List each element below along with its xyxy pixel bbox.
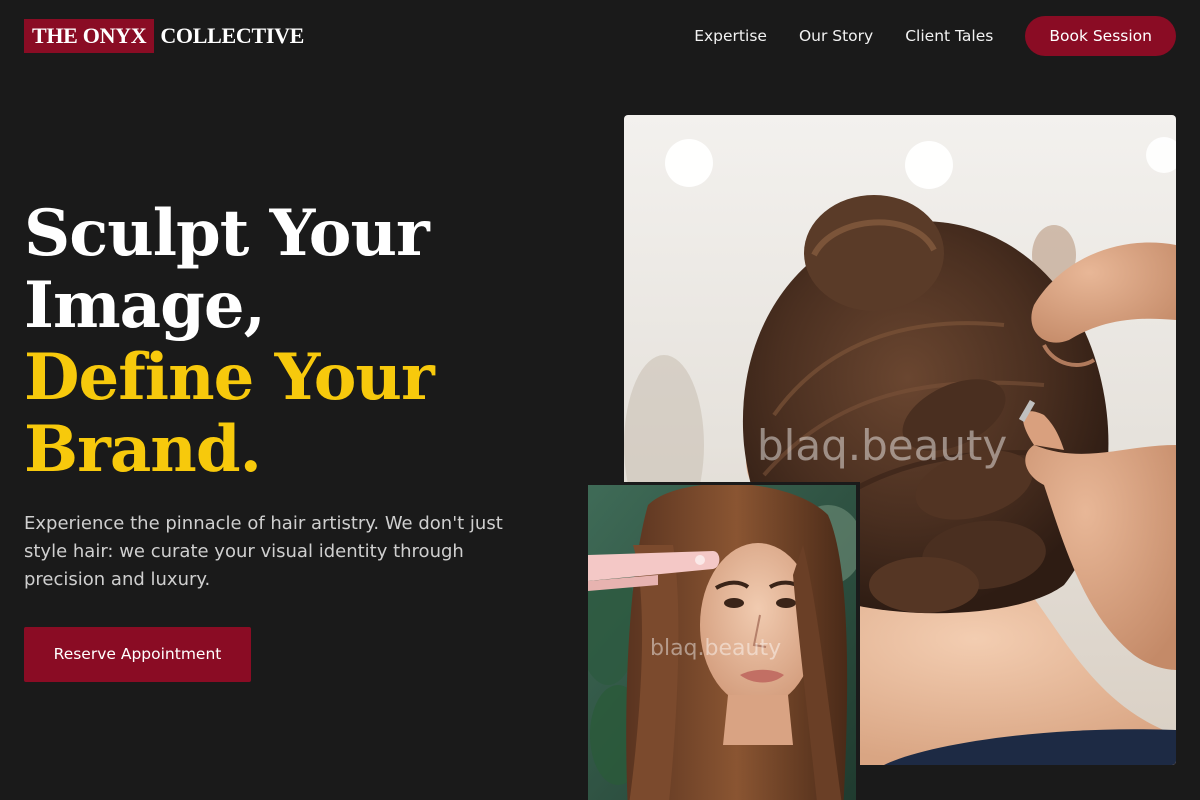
main-nav: Expertise Our Story Client Tales Book Se… [694, 16, 1176, 56]
flat-iron-photo-illustration: blaq.beauty [588, 485, 856, 800]
headline-line-1: Sculpt Your [24, 196, 430, 271]
hero-headline: Sculpt Your Image, Define Your Brand. [24, 198, 584, 486]
brand-logo[interactable]: THE ONYX COLLECTIVE [24, 19, 304, 53]
nav-link-client-tales[interactable]: Client Tales [905, 27, 993, 45]
hero-secondary-image: blaq.beauty [588, 482, 860, 800]
headline-line-2: Image, [24, 268, 266, 343]
nav-link-expertise[interactable]: Expertise [694, 27, 767, 45]
reserve-appointment-button[interactable]: Reserve Appointment [24, 627, 251, 682]
nav-link-our-story[interactable]: Our Story [799, 27, 873, 45]
book-session-button[interactable]: Book Session [1025, 16, 1176, 56]
logo-highlight: THE ONYX [24, 19, 155, 53]
headline-accent-line-2: Brand. [24, 412, 262, 487]
secondary-watermark-text: blaq.beauty [650, 636, 781, 661]
logo-text: COLLECTIVE [160, 23, 305, 48]
watermark-text: blaq.beauty [757, 421, 1007, 470]
headline-accent-line-1: Define Your [24, 340, 435, 415]
hero-subtext: Experience the pinnacle of hair artistry… [24, 513, 503, 590]
